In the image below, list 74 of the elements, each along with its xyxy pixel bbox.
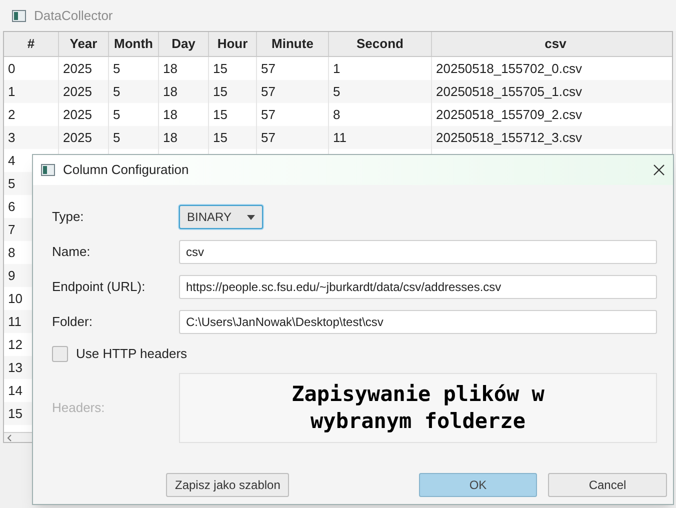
column-header[interactable]: Minute	[257, 32, 329, 56]
table-cell-text: 1	[333, 60, 340, 78]
table-cell-text: 2025	[63, 60, 92, 78]
table-cell-text: 15	[213, 128, 228, 147]
checkbox-label[interactable]: Use HTTP headers	[76, 344, 188, 364]
table-cell-text: 4	[8, 152, 16, 170]
table-cell-text: 18	[163, 60, 178, 78]
table-cell-text: 57	[261, 60, 276, 78]
headers-text-area[interactable]: Zapisywanie plików w wybranym folderze	[179, 373, 657, 443]
column-header[interactable]: csv	[432, 32, 672, 56]
window-icon	[12, 10, 26, 22]
input-field[interactable]: C:\Users\JanNowak\Desktop\test\csv	[179, 310, 657, 334]
table-cell-text: 5	[333, 82, 340, 101]
cancel-button[interactable]: Cancel	[548, 473, 667, 497]
table-cell-text: 15	[213, 82, 228, 101]
type-label: Type:	[52, 208, 85, 226]
input-field[interactable]: csv	[179, 240, 657, 264]
table-cell-text: 5	[113, 106, 120, 124]
window-title: DataCollector	[34, 6, 113, 25]
table-cell-text: 6	[8, 198, 16, 216]
table-cell-text: 13	[8, 358, 22, 377]
table-cell-text: 0	[8, 60, 16, 78]
field-label: Endpoint (URL):	[52, 278, 146, 296]
checkbox[interactable]	[52, 346, 68, 362]
field-label: Folder:	[52, 313, 94, 332]
table-cell-text: 8	[8, 244, 16, 262]
save-template-button[interactable]: Zapisz jako szablon	[166, 473, 290, 497]
table-cell-text: 11	[333, 128, 346, 147]
table-cell-text: 20250518_155709_2.csv	[436, 106, 582, 124]
table-cell-text: 15	[8, 404, 22, 423]
table-cell-text: 5	[8, 174, 16, 193]
table-cell-text: 18	[163, 128, 178, 147]
table-cell-text: 18	[163, 106, 178, 124]
table-cell-text: 2025	[63, 82, 92, 101]
table-cell-text: 20250518_155705_1.csv	[436, 82, 582, 101]
table-cell-text: 57	[261, 82, 276, 101]
ok-button[interactable]: OK	[419, 473, 537, 497]
table-cell-text: 20250518_155702_0.csv	[436, 60, 582, 78]
column-header[interactable]: Second	[329, 32, 432, 56]
table-cell-text: 57	[261, 106, 276, 124]
column-header[interactable]: Day	[159, 32, 209, 56]
type-dropdown[interactable]: BINARY	[179, 205, 263, 229]
column-header[interactable]: #	[4, 32, 59, 56]
table-cell-text: 2025	[63, 128, 92, 147]
table-cell-text: 9	[8, 266, 16, 285]
table-cell-text: 5	[113, 82, 120, 101]
table-cell-text: 3	[8, 128, 16, 147]
column-header[interactable]: Year	[59, 32, 109, 56]
table-cell-text: 15	[213, 106, 228, 124]
close-icon[interactable]	[653, 164, 665, 176]
table-cell-text: 12	[8, 336, 22, 354]
table-cell-text: 7	[8, 220, 16, 239]
headers-text: Zapisywanie plików w wybranym folderze	[292, 381, 544, 435]
table-cell-text: 5	[113, 128, 120, 147]
column-header[interactable]: Hour	[209, 32, 257, 56]
table-cell-text: 8	[333, 106, 340, 124]
table-cell-text: 20250518_155712_3.csv	[436, 128, 582, 147]
dialog-title: Column Configuration	[63, 161, 189, 180]
window-icon	[41, 164, 55, 176]
table-cell-text: 2	[8, 106, 16, 124]
column-header[interactable]: Month	[109, 32, 159, 56]
table-cell-text: 11	[8, 312, 22, 331]
table-cell-text: 10	[8, 290, 22, 308]
table-cell-text: 2025	[63, 106, 92, 124]
headers-label: Headers:	[52, 399, 106, 418]
field-label: Name:	[52, 243, 92, 262]
table-cell-text: 18	[163, 82, 178, 101]
table-cell-text: 57	[261, 128, 276, 147]
table-cell-text: 15	[213, 60, 228, 78]
table-cell-text: 14	[8, 382, 22, 400]
table-cell-text: 1	[8, 82, 16, 101]
scroll-left-icon[interactable]	[6, 434, 14, 442]
input-field[interactable]: https://people.sc.fsu.edu/~jburkardt/data/csv/addresses.csv	[179, 275, 657, 299]
table-cell-text: 5	[113, 60, 120, 78]
